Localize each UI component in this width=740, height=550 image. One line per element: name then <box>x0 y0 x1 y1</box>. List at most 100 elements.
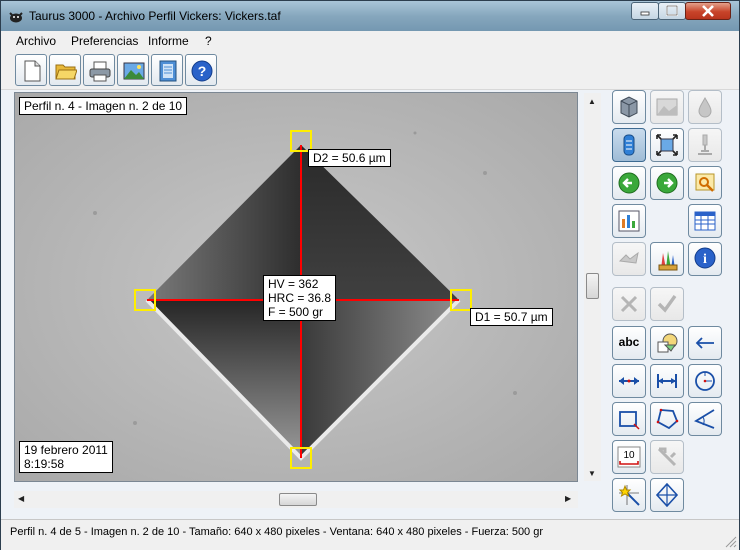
angle-measure-icon <box>693 409 715 429</box>
resize-grip-icon[interactable] <box>725 536 737 548</box>
maximize-button[interactable] <box>658 2 686 20</box>
force-value: F = 500 gr <box>268 305 324 319</box>
hardness-results-box: HV = 362 HRC = 36.8 F = 500 gr <box>263 275 337 321</box>
help-button[interactable]: ? <box>185 54 217 86</box>
menu-informe[interactable]: Informe <box>148 34 189 48</box>
minimize-icon <box>640 11 650 16</box>
scroll-up-icon[interactable]: ▲ <box>588 97 596 106</box>
vertical-scrollbar[interactable]: ▲ ▼ <box>584 93 601 481</box>
svg-text:?: ? <box>198 63 207 79</box>
drop-icon <box>698 96 712 118</box>
image-viewer[interactable]: Perfil n. 4 - Imagen n. 2 de 10 D2 = 50.… <box>14 92 578 482</box>
rectangle-measure-button[interactable] <box>612 402 646 436</box>
accept-icon <box>657 295 677 313</box>
circle-measure-button[interactable] <box>688 364 722 398</box>
magic-wand-icon <box>618 484 640 506</box>
next-arrow-icon <box>656 172 678 194</box>
status-text: Perfil n. 4 de 5 - Imagen n. 2 de 10 - T… <box>10 526 544 538</box>
drop-button[interactable] <box>688 90 722 124</box>
open-folder-icon <box>55 64 77 80</box>
arrow-left-icon <box>695 337 714 349</box>
horizontal-scroll-thumb[interactable] <box>279 493 317 506</box>
shapes-icon <box>657 333 678 353</box>
scale-bar-label: 10 <box>623 450 635 461</box>
zoom-image-icon <box>695 173 715 192</box>
close-icon <box>702 5 714 17</box>
load-data-icon <box>620 96 638 118</box>
microscope-icon <box>698 134 712 155</box>
rectangle-measure-icon <box>619 411 640 430</box>
indenter-icon <box>623 134 635 156</box>
angle-measure-button[interactable] <box>688 402 722 436</box>
shapes-button[interactable] <box>650 326 684 360</box>
main-toolbar: ? <box>1 51 739 90</box>
text-tool-button[interactable]: abc <box>612 326 646 360</box>
window-title: Taurus 3000 - Archivo Perfil Vickers: Vi… <box>29 9 281 23</box>
chart-button[interactable] <box>612 204 646 238</box>
image-header-label: Perfil n. 4 - Imagen n. 2 de 10 <box>19 97 188 115</box>
info-button[interactable]: i <box>688 242 722 276</box>
taurus-app-icon <box>9 12 23 23</box>
time-label: 8:19:58 <box>24 457 65 471</box>
measure-outer-button[interactable] <box>612 364 646 398</box>
fit-image-icon <box>656 134 678 156</box>
load-data-button[interactable] <box>612 90 646 124</box>
maximize-icon <box>666 5 678 16</box>
scale-bar-button[interactable]: 10 <box>612 440 646 474</box>
image-icon <box>123 62 145 80</box>
previous-button[interactable] <box>612 166 646 200</box>
image-acquire-button[interactable] <box>650 90 684 124</box>
table-icon <box>694 211 716 231</box>
zoom-image-button[interactable] <box>688 166 722 200</box>
close-button[interactable] <box>685 2 731 20</box>
polygon-measure-icon <box>656 408 679 430</box>
vertical-scroll-thumb[interactable] <box>586 273 599 299</box>
timestamp-box: 19 febrero 2011 8:19:58 <box>19 441 113 473</box>
print-icon <box>89 61 111 82</box>
paint-icon <box>658 251 678 271</box>
polygon-measure-button[interactable] <box>650 402 684 436</box>
open-button[interactable] <box>49 54 81 86</box>
measure-inner-button[interactable] <box>650 364 684 398</box>
indenter-button[interactable] <box>612 128 646 162</box>
paint-button[interactable] <box>650 242 684 276</box>
caliper-icon <box>657 447 677 467</box>
new-document-icon <box>24 60 41 82</box>
accept-button[interactable] <box>650 287 684 321</box>
print-button[interactable] <box>83 54 115 86</box>
image-button[interactable] <box>117 54 149 86</box>
new-button[interactable] <box>15 54 47 86</box>
menu-archivo[interactable]: Archivo <box>16 34 56 48</box>
status-bar: Perfil n. 4 de 5 - Imagen n. 2 de 10 - T… <box>1 519 739 550</box>
horizontal-scrollbar[interactable]: ◀ ▶ <box>14 491 578 508</box>
magic-wand-button[interactable] <box>612 478 646 512</box>
fit-image-button[interactable] <box>650 128 684 162</box>
arrow-tool-button[interactable] <box>688 326 722 360</box>
d1-measurement-label: D1 = 50.7 µm <box>470 308 553 326</box>
circle-measure-icon <box>695 371 715 391</box>
menu-help[interactable]: ? <box>205 34 212 48</box>
scroll-down-icon[interactable]: ▼ <box>588 469 596 478</box>
microscope-button[interactable] <box>688 128 722 162</box>
title-bar[interactable]: Taurus 3000 - Archivo Perfil Vickers: Vi… <box>1 1 739 31</box>
chart-icon <box>618 210 640 232</box>
cancel-button[interactable] <box>612 287 646 321</box>
image-acquire-icon <box>656 98 678 116</box>
crosshair-button[interactable] <box>650 478 684 512</box>
next-button[interactable] <box>650 166 684 200</box>
minimize-button[interactable] <box>631 2 659 20</box>
notebook-button[interactable] <box>151 54 183 86</box>
text-tool-label: abc <box>618 335 640 349</box>
prev-arrow-icon <box>618 172 640 194</box>
table-button[interactable] <box>688 204 722 238</box>
hrc-value: HRC = 36.8 <box>268 291 332 305</box>
measure-inner-icon <box>657 374 677 388</box>
date-label: 19 febrero 2011 <box>24 443 108 457</box>
scroll-right-icon[interactable]: ▶ <box>565 494 571 503</box>
menu-preferencias[interactable]: Preferencias <box>71 34 138 48</box>
caliper-button[interactable] <box>650 440 684 474</box>
hv-value: HV = 362 <box>268 277 319 291</box>
scroll-left-icon[interactable]: ◀ <box>18 494 24 503</box>
compare-button[interactable] <box>612 242 646 276</box>
app-window: Taurus 3000 - Archivo Perfil Vickers: Vi… <box>0 0 740 550</box>
